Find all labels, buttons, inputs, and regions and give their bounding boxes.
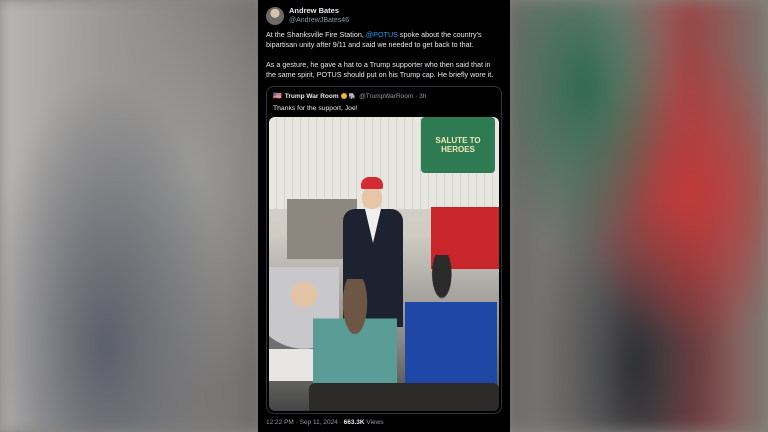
elephant-icon: 🐘 bbox=[348, 93, 357, 100]
tweet-media-photo[interactable]: SALUTE TO HEROES bbox=[269, 117, 499, 411]
quoted-display-name[interactable]: Trump War Room bbox=[285, 93, 339, 100]
face bbox=[362, 187, 382, 209]
author-names: Andrew Bates @AndrewJBates46 bbox=[289, 6, 349, 26]
red-cap bbox=[361, 177, 383, 189]
quoted-handle[interactable]: @TrumpWarRoom bbox=[359, 93, 413, 100]
tweet-text: At the Shanksville Fire Station, @POTUS … bbox=[266, 30, 502, 90]
quoted-tweet-header: 🇺🇸 Trump War Room 🐘 @TrumpWarRoom · 3h bbox=[273, 92, 427, 101]
potus-mention-link[interactable]: @POTUS bbox=[366, 30, 398, 39]
timestamp-separator-2: · bbox=[339, 419, 342, 426]
quoted-tweet-text: Thanks for the support, Joe! bbox=[273, 105, 358, 112]
salute-to-heroes-sign: SALUTE TO HEROES bbox=[421, 117, 495, 173]
views-label: Views bbox=[366, 419, 384, 426]
avatar[interactable] bbox=[266, 7, 284, 25]
quoted-age: 3h bbox=[419, 92, 427, 100]
tweet-author[interactable]: Andrew Bates @AndrewJBates46 bbox=[266, 6, 349, 26]
views-count: 663.3K bbox=[343, 419, 365, 426]
quoted-tweet[interactable]: 🇺🇸 Trump War Room 🐘 @TrumpWarRoom · 3h T… bbox=[266, 86, 502, 414]
flag-icon: 🇺🇸 bbox=[273, 93, 282, 100]
tweet-date: Sep 11, 2024 bbox=[299, 419, 338, 426]
tweet-card: Andrew Bates @AndrewJBates46 At the Shan… bbox=[258, 0, 510, 432]
verified-badge-icon bbox=[340, 93, 347, 99]
display-name[interactable]: Andrew Bates bbox=[289, 6, 349, 16]
chairs bbox=[309, 383, 499, 411]
background-right-blur bbox=[506, 0, 768, 432]
timestamp-separator: · bbox=[295, 419, 298, 426]
paragraph-1-pre: At the Shanksville Fire Station, bbox=[266, 30, 366, 39]
user-handle[interactable]: @AndrewJBates46 bbox=[289, 16, 349, 26]
tweet-paragraph-1: At the Shanksville Fire Station, @POTUS … bbox=[266, 30, 502, 50]
tweet-time: 12:22 PM bbox=[266, 419, 294, 426]
background-left-blur bbox=[0, 0, 262, 432]
tweet-paragraph-2: As a gesture, he gave a hat to a Trump s… bbox=[266, 60, 494, 79]
tweet-timestamp[interactable]: 12:22 PM · Sep 11, 2024 · 663.3K Views bbox=[266, 419, 384, 426]
